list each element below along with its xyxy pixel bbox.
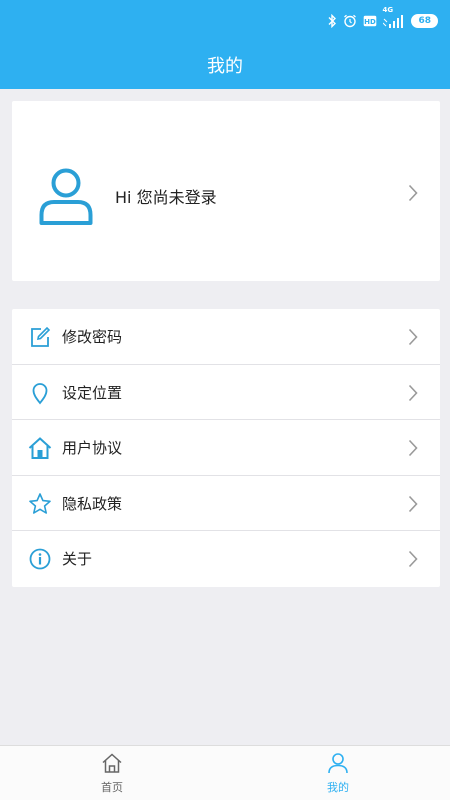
login-profile-card[interactable]: Hi 您尚未登录: [12, 101, 440, 281]
battery-icon: 68: [411, 14, 438, 28]
chevron-right-icon: [408, 550, 418, 572]
bottom-navigation: 首页 我的: [0, 745, 450, 800]
page-title: 我的: [207, 56, 243, 77]
menu-item-set-location[interactable]: 设定位置: [12, 365, 440, 421]
nav-tab-home[interactable]: 首页: [77, 752, 147, 795]
chevron-right-icon: [408, 384, 418, 406]
menu-item-label: 设定位置: [62, 383, 123, 402]
menu-item-label: 用户协议: [62, 439, 123, 458]
battery-level: 68: [418, 16, 431, 26]
chevron-right-icon: [408, 439, 418, 461]
login-prompt: Hi 您尚未登录: [115, 188, 217, 207]
chevron-right-icon: [408, 328, 418, 350]
settings-menu: 修改密码 设定位置 用户协议 隐私政策 关于: [12, 309, 440, 587]
home-icon: [101, 753, 123, 778]
svg-text:HD: HD: [365, 18, 377, 26]
hd-icon: HD: [363, 15, 377, 27]
menu-item-label: 修改密码: [62, 328, 123, 346]
network-type: 4G: [382, 6, 394, 14]
nav-label-home: 首页: [101, 781, 123, 794]
home-icon: [28, 436, 52, 460]
menu-item-change-password[interactable]: 修改密码: [12, 309, 440, 365]
nav-tab-mine[interactable]: 我的: [303, 752, 373, 795]
signal-icon: 4G: [382, 6, 405, 28]
alarm-icon: [343, 14, 357, 28]
person-icon: [327, 753, 349, 778]
star-icon: [28, 492, 52, 516]
menu-item-about[interactable]: 关于: [12, 531, 440, 587]
status-bar: HD 4G 68: [327, 6, 438, 32]
chevron-right-icon: [408, 184, 418, 206]
info-icon: [28, 547, 52, 571]
location-pin-icon: [28, 381, 52, 405]
user-avatar-icon: [38, 166, 94, 230]
top-app-bar: HD 4G 68 我的: [0, 0, 450, 89]
nav-label-mine: 我的: [327, 781, 349, 794]
menu-item-user-agreement[interactable]: 用户协议: [12, 420, 440, 476]
chevron-right-icon: [408, 495, 418, 517]
menu-item-label: 隐私政策: [62, 494, 123, 513]
edit-icon: [28, 325, 52, 349]
bluetooth-icon: [327, 14, 337, 28]
menu-item-privacy-policy[interactable]: 隐私政策: [12, 476, 440, 532]
menu-item-label: 关于: [62, 550, 93, 569]
